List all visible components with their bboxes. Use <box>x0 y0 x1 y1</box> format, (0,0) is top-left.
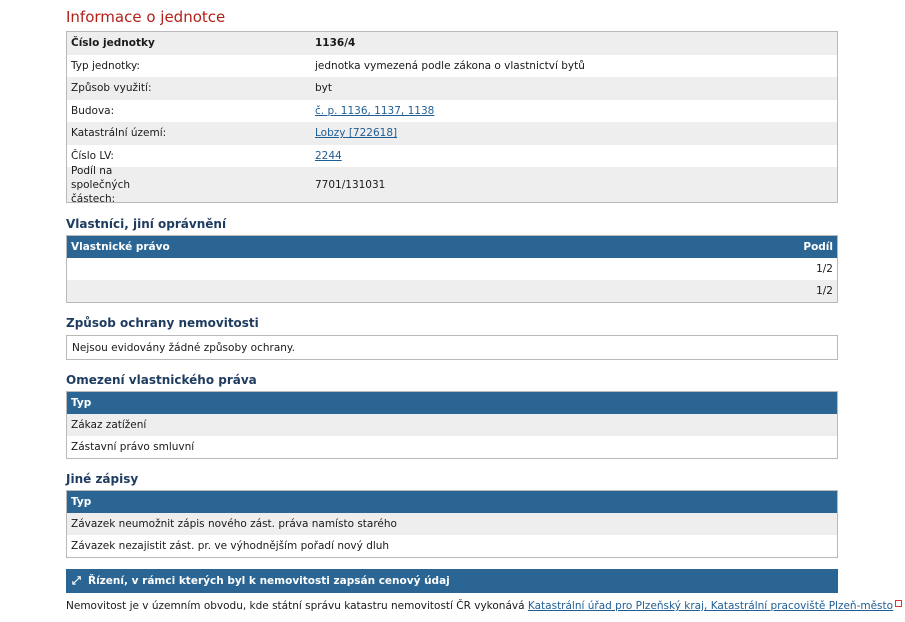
info-value: Lobzy [722618] <box>315 127 837 139</box>
info-row-unit-number: Číslo jednotky 1136/4 <box>67 32 837 55</box>
proceedings-expand-button[interactable]: ⤢ Řízení, v rámci kterých byl k nemovito… <box>66 569 838 593</box>
info-label: Číslo jednotky <box>71 37 155 50</box>
protection-text: Nejsou evidovány žádné způsoby ochrany. <box>72 341 295 354</box>
owner-share: 1/2 <box>816 263 833 275</box>
info-label: Podíl na společných částech: <box>71 164 131 205</box>
info-row-unit-type: Typ jednotky: jednotka vymezená podle zá… <box>67 54 837 77</box>
info-value: jednotka vymezená podle zákona o vlastni… <box>315 59 585 72</box>
table-row: 1/2 <box>67 258 837 280</box>
restriction-type: Zákaz zatížení <box>71 419 147 431</box>
info-value: č. p. 1136, 1137, 1138 <box>315 105 837 117</box>
info-value: 2244 <box>315 150 837 162</box>
column-header-type: Typ <box>71 397 92 409</box>
external-link-icon <box>895 600 903 607</box>
info-row-common-share: Podíl na společných částech: 7701/131031 <box>67 165 837 205</box>
column-header-type: Typ <box>71 496 92 508</box>
restriction-type: Zástavní právo smluvní <box>71 441 195 453</box>
info-row-cadastral-area: Katastrální území: Lobzy [722618] <box>67 122 837 145</box>
table-row: Závazek nezajistit zást. pr. ve výhodněj… <box>67 535 837 557</box>
restrictions-table: Typ Zákaz zatížení Zástavní právo smluvn… <box>66 391 838 459</box>
table-row: Zákaz zatížení <box>67 414 837 436</box>
info-label: Budova: <box>71 104 115 117</box>
owners-table-header: Vlastnické právo Podíl <box>67 236 837 258</box>
owner-share: 1/2 <box>816 285 833 297</box>
lv-number-link[interactable]: 2244 <box>315 150 342 162</box>
cadastral-office-link[interactable]: Katastrální úřad pro Plzeňský kraj, Kata… <box>528 600 893 612</box>
info-row-usage: Způsob využití: byt <box>67 77 837 100</box>
info-row-building: Budova: č. p. 1136, 1137, 1138 <box>67 99 837 122</box>
footer-note: Nemovitost je v územním obvodu, kde stát… <box>66 600 903 612</box>
other-records-table-header: Typ <box>67 491 837 513</box>
unit-info-table: Číslo jednotky 1136/4 Typ jednotky: jedn… <box>66 31 838 205</box>
other-records-section-title: Jiné zápisy <box>66 472 139 486</box>
page-title: Informace o jednotce <box>66 8 226 26</box>
restrictions-table-header: Typ <box>67 392 837 414</box>
restrictions-section-title: Omezení vlastnického práva <box>66 373 257 387</box>
info-value: 7701/131031 <box>315 178 386 191</box>
protection-box: Nejsou evidovány žádné způsoby ochrany. <box>66 335 838 360</box>
info-label: Typ jednotky: <box>71 59 140 72</box>
footer-text: Nemovitost je v územním obvodu, kde stát… <box>66 600 525 612</box>
info-label: Způsob využití: <box>71 82 152 95</box>
column-header-ownership-right: Vlastnické právo <box>71 241 170 253</box>
cadastral-area-link[interactable]: Lobzy [722618] <box>315 127 397 139</box>
owners-table: Vlastnické právo Podíl 1/2 1/2 <box>66 235 838 303</box>
column-header-share: Podíl <box>803 241 833 253</box>
table-row: Závazek neumožnit zápis nového zást. prá… <box>67 513 837 535</box>
proceedings-label: Řízení, v rámci kterých byl k nemovitost… <box>88 575 450 587</box>
expand-arrows-icon: ⤢ <box>72 574 81 587</box>
protection-section-title: Způsob ochrany nemovitosti <box>66 316 259 330</box>
info-label: Číslo LV: <box>71 149 114 162</box>
table-row: 1/2 <box>67 280 837 302</box>
building-link[interactable]: č. p. 1136, 1137, 1138 <box>315 105 434 117</box>
other-records-table: Typ Závazek neumožnit zápis nového zást.… <box>66 490 838 558</box>
info-label: Katastrální území: <box>71 127 167 140</box>
owners-section-title: Vlastníci, jiní oprávnění <box>66 217 227 231</box>
record-type: Závazek nezajistit zást. pr. ve výhodněj… <box>71 540 390 552</box>
record-type: Závazek neumožnit zápis nového zást. prá… <box>71 518 397 530</box>
info-value: byt <box>315 82 332 95</box>
table-row: Zástavní právo smluvní <box>67 436 837 458</box>
page: Informace o jednotce Číslo jednotky 1136… <box>0 0 905 622</box>
info-value: 1136/4 <box>315 37 356 50</box>
